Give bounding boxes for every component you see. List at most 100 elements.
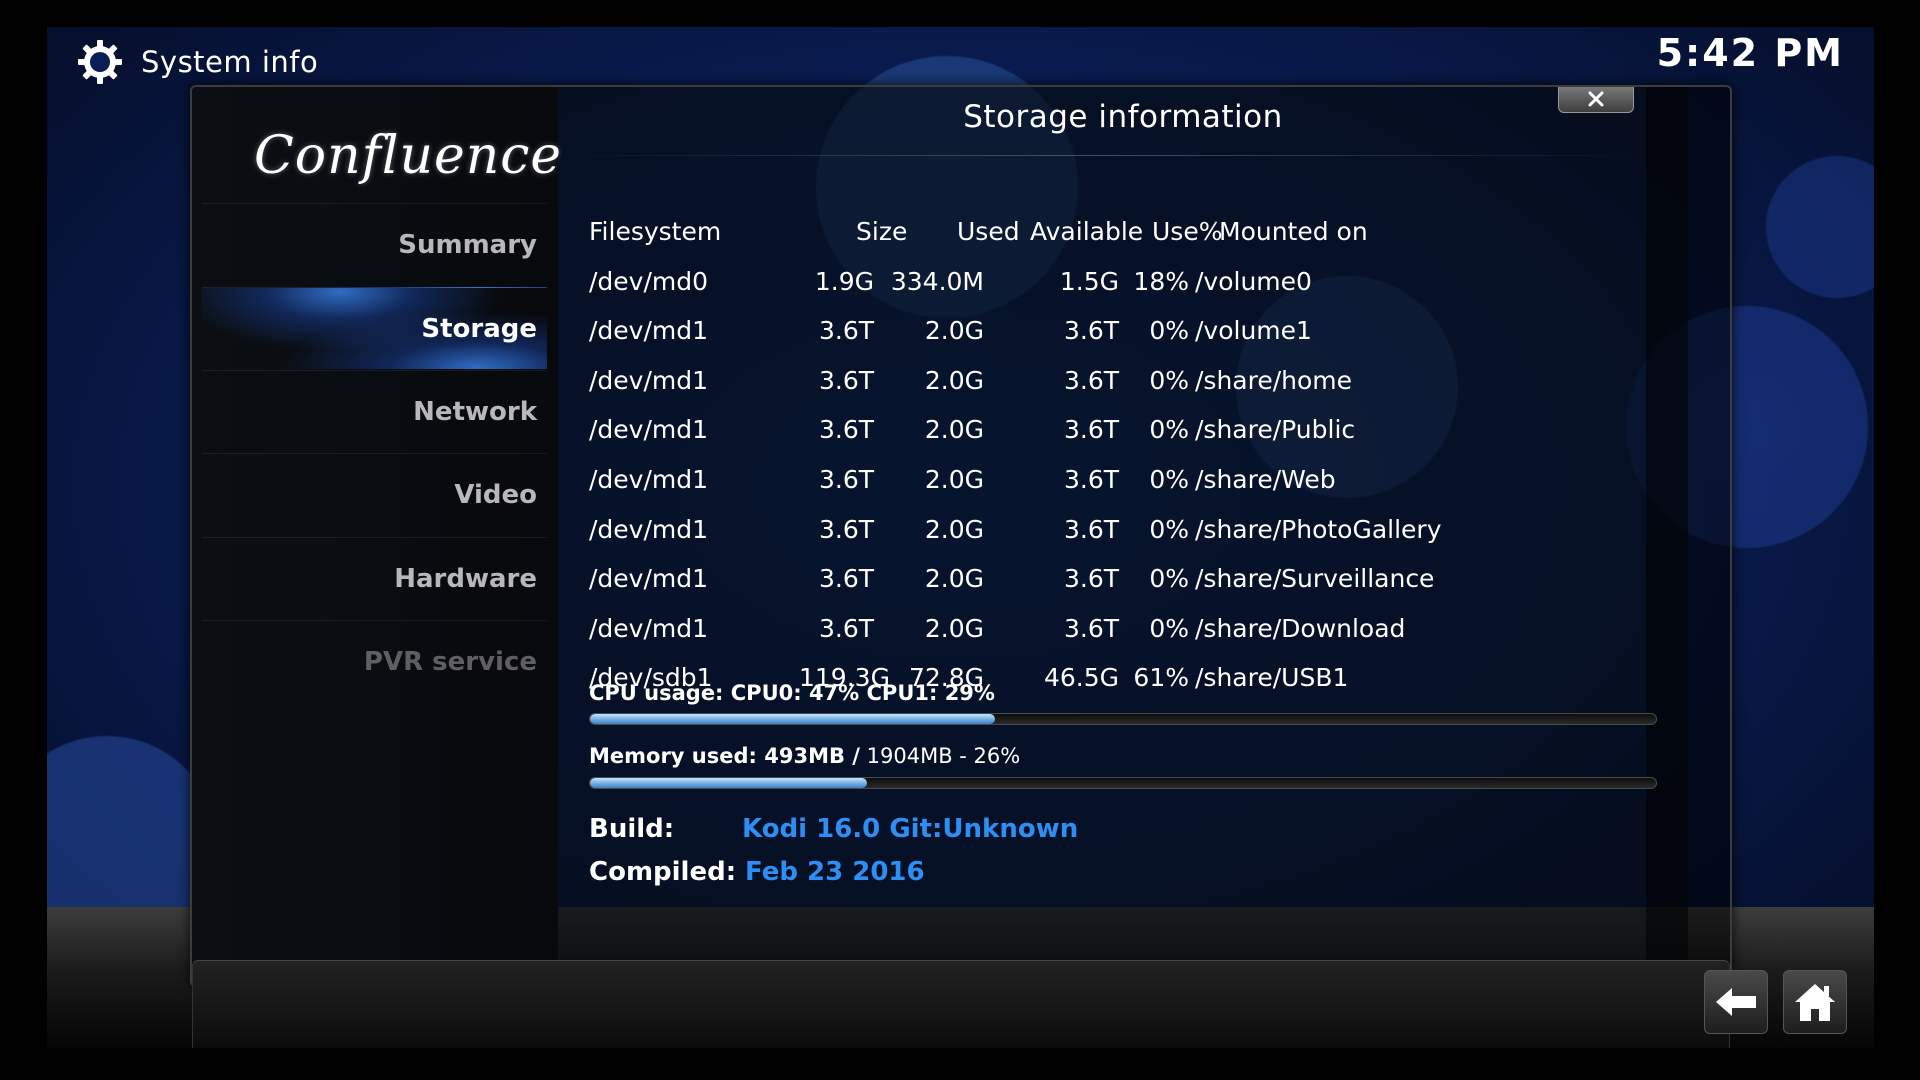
- cell-use-percent: 0%: [1149, 464, 1189, 494]
- cell-use-percent: 18%: [1133, 266, 1189, 296]
- sidebar-item-summary[interactable]: Summary: [202, 203, 547, 285]
- header-size: Size: [856, 217, 908, 246]
- cell-available: 3.6T: [1063, 316, 1119, 346]
- memory-usage-bar: [589, 777, 1657, 789]
- cell-size: 3.6T: [818, 415, 874, 445]
- cell-mounted-on: /volume0: [1195, 266, 1312, 296]
- cell-filesystem: /dev/md1: [589, 613, 709, 643]
- clock: 5:42 PM: [1656, 31, 1844, 75]
- cell-used: 2.0G: [924, 613, 984, 643]
- cpu-usage-bar: [589, 713, 1657, 725]
- sidebar-item-storage[interactable]: Storage: [202, 287, 547, 369]
- cell-mounted-on: /share/PhotoGallery: [1195, 514, 1442, 544]
- cell-used: 2.0G: [924, 415, 984, 445]
- cell-use-percent: 0%: [1149, 564, 1189, 594]
- cell-use-percent: 61%: [1133, 663, 1189, 693]
- window-title: System info: [141, 45, 319, 79]
- cell-mounted-on: /share/Public: [1195, 415, 1356, 445]
- cell-mounted-on: /share/USB1: [1195, 663, 1349, 693]
- cell-size: 3.6T: [818, 464, 874, 494]
- close-icon: [1588, 91, 1604, 107]
- cell-mounted-on: /share/home: [1195, 365, 1353, 395]
- cell-use-percent: 0%: [1149, 316, 1189, 346]
- compiled-value: Feb 23 2016: [745, 857, 925, 887]
- table-header-row: Filesystem Size Used Available Use% Moun…: [589, 217, 1639, 267]
- sidebar-item-video[interactable]: Video: [202, 453, 547, 535]
- memory-total-text: 1904MB - 26%: [859, 744, 1021, 768]
- table-row: /dev/md1 3.6T 2.0G 3.6T 0%/share/Web: [589, 465, 1639, 515]
- cell-filesystem: /dev/md1: [589, 316, 709, 346]
- cell-used: 334.0M: [890, 266, 984, 296]
- cell-used: 2.0G: [924, 365, 984, 395]
- confluence-logo: Confluence: [254, 126, 563, 186]
- close-button[interactable]: [1558, 87, 1634, 113]
- cell-use-percent: 0%: [1149, 613, 1189, 643]
- cpu-usage-bar-fill: [590, 714, 996, 724]
- cell-filesystem: /dev/md1: [589, 514, 709, 544]
- system-info-dialog: Confluence Summary Storage Network Video…: [190, 85, 1732, 987]
- build-line: Build: Kodi 16.0 Git:Unknown: [589, 814, 1078, 844]
- cell-use-percent: 0%: [1149, 415, 1189, 445]
- cell-mounted-on: /share/Download: [1195, 613, 1406, 643]
- content-panel: Storage information Filesystem Size Used…: [558, 87, 1688, 985]
- cell-size: 3.6T: [818, 316, 874, 346]
- cell-filesystem: /dev/md0: [589, 266, 709, 296]
- cell-used: 2.0G: [924, 316, 984, 346]
- table-row: /dev/md1 3.6T 2.0G 3.6T 0%/volume1: [589, 316, 1639, 366]
- table-row: /dev/md0 1.9G 334.0M 1.5G 18%/volume0: [589, 267, 1639, 317]
- table-row: /dev/md1 3.6T 2.0G 3.6T 0%/share/PhotoGaller…: [589, 515, 1639, 565]
- memory-used-text: Memory used: 493MB /: [589, 744, 860, 768]
- cell-size: 3.6T: [818, 564, 874, 594]
- cell-use-percent: 0%: [1149, 514, 1189, 544]
- build-value: Kodi 16.0 Git:Unknown: [742, 814, 1079, 844]
- cell-available: 3.6T: [1063, 514, 1119, 544]
- cell-mounted-on: /volume1: [1195, 316, 1312, 346]
- header-available: Available: [1030, 217, 1144, 246]
- cell-filesystem: /dev/md1: [589, 464, 709, 494]
- cell-size: 3.6T: [818, 613, 874, 643]
- cell-used: 2.0G: [924, 464, 984, 494]
- kodi-screen: System info 5:42 PM Confluence Summary S…: [47, 27, 1874, 1048]
- cell-available: 3.6T: [1063, 464, 1119, 494]
- home-icon: [1795, 984, 1835, 1021]
- cpu-usage-label: CPU usage: CPU0: 47% CPU1: 29%: [589, 681, 995, 705]
- cell-filesystem: /dev/md1: [589, 564, 709, 594]
- back-arrow-icon: [1716, 988, 1756, 1016]
- cell-filesystem: /dev/md1: [589, 415, 709, 445]
- header-mounted-on: Mounted on: [1219, 217, 1368, 246]
- content-edge: [1646, 87, 1688, 985]
- cell-available: 3.6T: [1063, 365, 1119, 395]
- table-row: /dev/md1 3.6T 2.0G 3.6T 0%/share/Public: [589, 415, 1639, 465]
- cell-available: 3.6T: [1063, 564, 1119, 594]
- memory-usage-bar-fill: [590, 778, 868, 788]
- cell-available: 3.6T: [1063, 415, 1119, 445]
- window-header: System info: [77, 37, 318, 87]
- sidebar-item-hardware[interactable]: Hardware: [202, 537, 547, 619]
- cell-used: 2.0G: [924, 514, 984, 544]
- cell-filesystem: /dev/md1: [589, 365, 709, 395]
- header-use-percent: Use%: [1152, 217, 1223, 246]
- home-button[interactable]: [1783, 970, 1847, 1034]
- bottom-panel: [192, 960, 1730, 1048]
- memory-usage-label: Memory used: 493MB / 1904MB - 26%: [589, 744, 1020, 768]
- cell-used: 2.0G: [924, 564, 984, 594]
- dialog-heading: Storage information: [963, 99, 1283, 135]
- header-used: Used: [957, 217, 1020, 246]
- cell-available: 1.5G: [1059, 266, 1119, 296]
- cell-size: 1.9G: [814, 266, 874, 296]
- cell-size: 3.6T: [818, 365, 874, 395]
- cell-size: 3.6T: [818, 514, 874, 544]
- table-row: /dev/md1 3.6T 2.0G 3.6T 0%/share/Surveillanc…: [589, 564, 1639, 614]
- storage-table: Filesystem Size Used Available Use% Moun…: [589, 217, 1639, 713]
- sidebar-item-pvr-service[interactable]: PVR service: [202, 620, 547, 702]
- cell-use-percent: 0%: [1149, 365, 1189, 395]
- sidebar-item-network[interactable]: Network: [202, 370, 547, 452]
- back-button[interactable]: [1704, 970, 1768, 1034]
- header-filesystem: Filesystem: [589, 217, 722, 246]
- table-row: /dev/md1 3.6T 2.0G 3.6T 0%/share/Download: [589, 614, 1639, 664]
- cell-mounted-on: /share/Web: [1195, 464, 1336, 494]
- cell-available: 46.5G: [1043, 663, 1119, 693]
- storage-rows: /dev/md0 1.9G 334.0M 1.5G 18%/volume0/dev/md…: [589, 267, 1639, 713]
- compiled-label: Compiled:: [589, 857, 737, 887]
- sidebar: Confluence Summary Storage Network Video…: [192, 87, 563, 985]
